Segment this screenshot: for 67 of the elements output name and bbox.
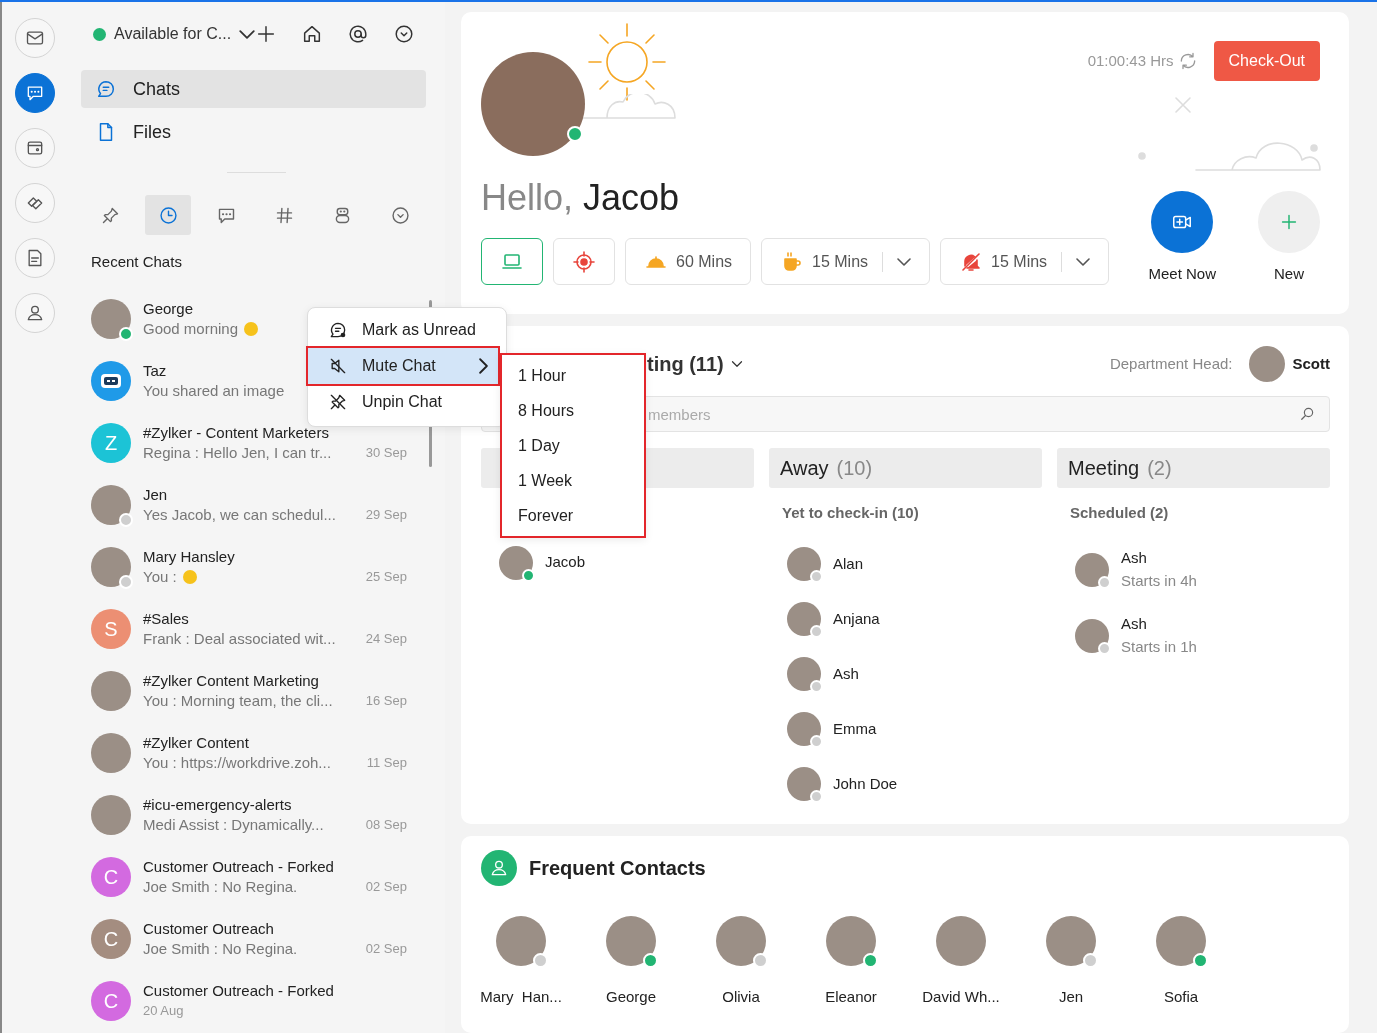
department-head-label: Department Head: <box>1109 353 1233 374</box>
chat-time: 16 Sep <box>365 691 407 710</box>
chat-time: 20 Aug <box>143 1001 184 1020</box>
contact-name: Eleanor <box>825 987 877 1007</box>
action-label: New <box>1274 263 1304 284</box>
member-name: John Doe <box>833 773 898 794</box>
chat-time: 02 Sep <box>365 939 407 958</box>
chat-preview: Medi Assist : Dynamically... <box>143 814 324 835</box>
chat-time: 02 Sep <box>365 877 407 896</box>
member-name: Ash <box>1121 614 1148 634</box>
member-name: Ash <box>1121 548 1148 568</box>
chat-name: Mary Hansley <box>143 546 235 567</box>
chat-time: 29 Sep <box>365 505 407 524</box>
meeting-time: Starts in 4h <box>1121 570 1197 591</box>
member-name: Alan <box>833 553 864 574</box>
letter-avatar: C <box>91 980 131 1021</box>
chat-name: #Sales <box>143 608 189 629</box>
chat-time: 24 Sep <box>365 629 407 648</box>
chat-name: Customer Outreach - Forked <box>143 856 334 877</box>
chat-preview: You shared an image <box>143 380 285 401</box>
member-name: Jacob <box>545 552 586 573</box>
meeting-time: Starts in 1h <box>1121 636 1197 657</box>
section-title: Recent Chats <box>90 252 183 272</box>
action-label: Meet Now <box>1148 263 1216 284</box>
group-subtitle: Yet to check-in (10) <box>782 503 920 523</box>
chat-preview: You : https://workdrive.zoh... <box>143 752 331 773</box>
chat-preview: Yes Jacob, we can schedul... <box>143 504 336 525</box>
chat-name: Taz <box>143 360 167 381</box>
contact-name: Mary Han... <box>480 987 562 1007</box>
section-title: Frequent Contacts <box>529 856 706 881</box>
member-name: Ash <box>833 663 859 684</box>
member-name: Anjana <box>833 608 880 629</box>
letter-avatar: S <box>91 608 131 649</box>
chat-name: Customer Outreach - Forked <box>143 980 334 1001</box>
chat-preview: Joe Smith : No Regina. <box>143 938 298 959</box>
chat-name: #Zylker Content <box>143 732 249 753</box>
contact-name: Olivia <box>722 987 760 1007</box>
chat-preview: You : <box>143 566 197 587</box>
department-head-name: Scott <box>1292 353 1330 374</box>
chat-preview: Joe Smith : No Regina. <box>143 876 298 897</box>
chat-name: Jen <box>143 484 168 505</box>
chat-time: 08 Sep <box>365 815 407 834</box>
contact-name: David Wh... <box>922 987 1000 1007</box>
group-subtitle: Scheduled (2) <box>1070 503 1170 523</box>
status-column-header: Meeting (2) <box>1057 448 1330 488</box>
chat-name: #Zylker Content Marketing <box>143 670 319 691</box>
contact-name: Sofia <box>1163 987 1199 1007</box>
contact-name: George <box>605 987 656 1007</box>
chat-preview: Frank : Deal associated wit... <box>143 628 336 649</box>
letter-avatar: C <box>91 918 131 959</box>
letter-avatar: Z <box>91 422 131 463</box>
contact-name: Jen <box>1058 987 1084 1007</box>
letter-avatar: C <box>91 856 131 897</box>
work-timer: 01:00:43 Hrs <box>1087 50 1174 71</box>
greeting: Hello, Jacob <box>481 180 681 216</box>
chat-time: 11 Sep <box>366 753 407 772</box>
chat-time: 30 Sep <box>365 443 407 462</box>
member-name: Emma <box>833 718 877 739</box>
chat-name: George <box>143 298 194 319</box>
chat-name: #Zylker - Content Marketers <box>143 422 329 443</box>
chat-time: 25 Sep <box>365 567 407 586</box>
chat-preview: You : Morning team, the cli... <box>143 690 333 711</box>
chat-preview: Regina : Hello Jen, I can tr... <box>143 442 332 463</box>
chat-name: #icu-emergency-alerts <box>143 794 292 815</box>
chat-preview: Good morning <box>143 318 259 339</box>
status-column-header: Away (10) <box>769 448 1042 488</box>
chat-name: Customer Outreach <box>143 918 274 939</box>
